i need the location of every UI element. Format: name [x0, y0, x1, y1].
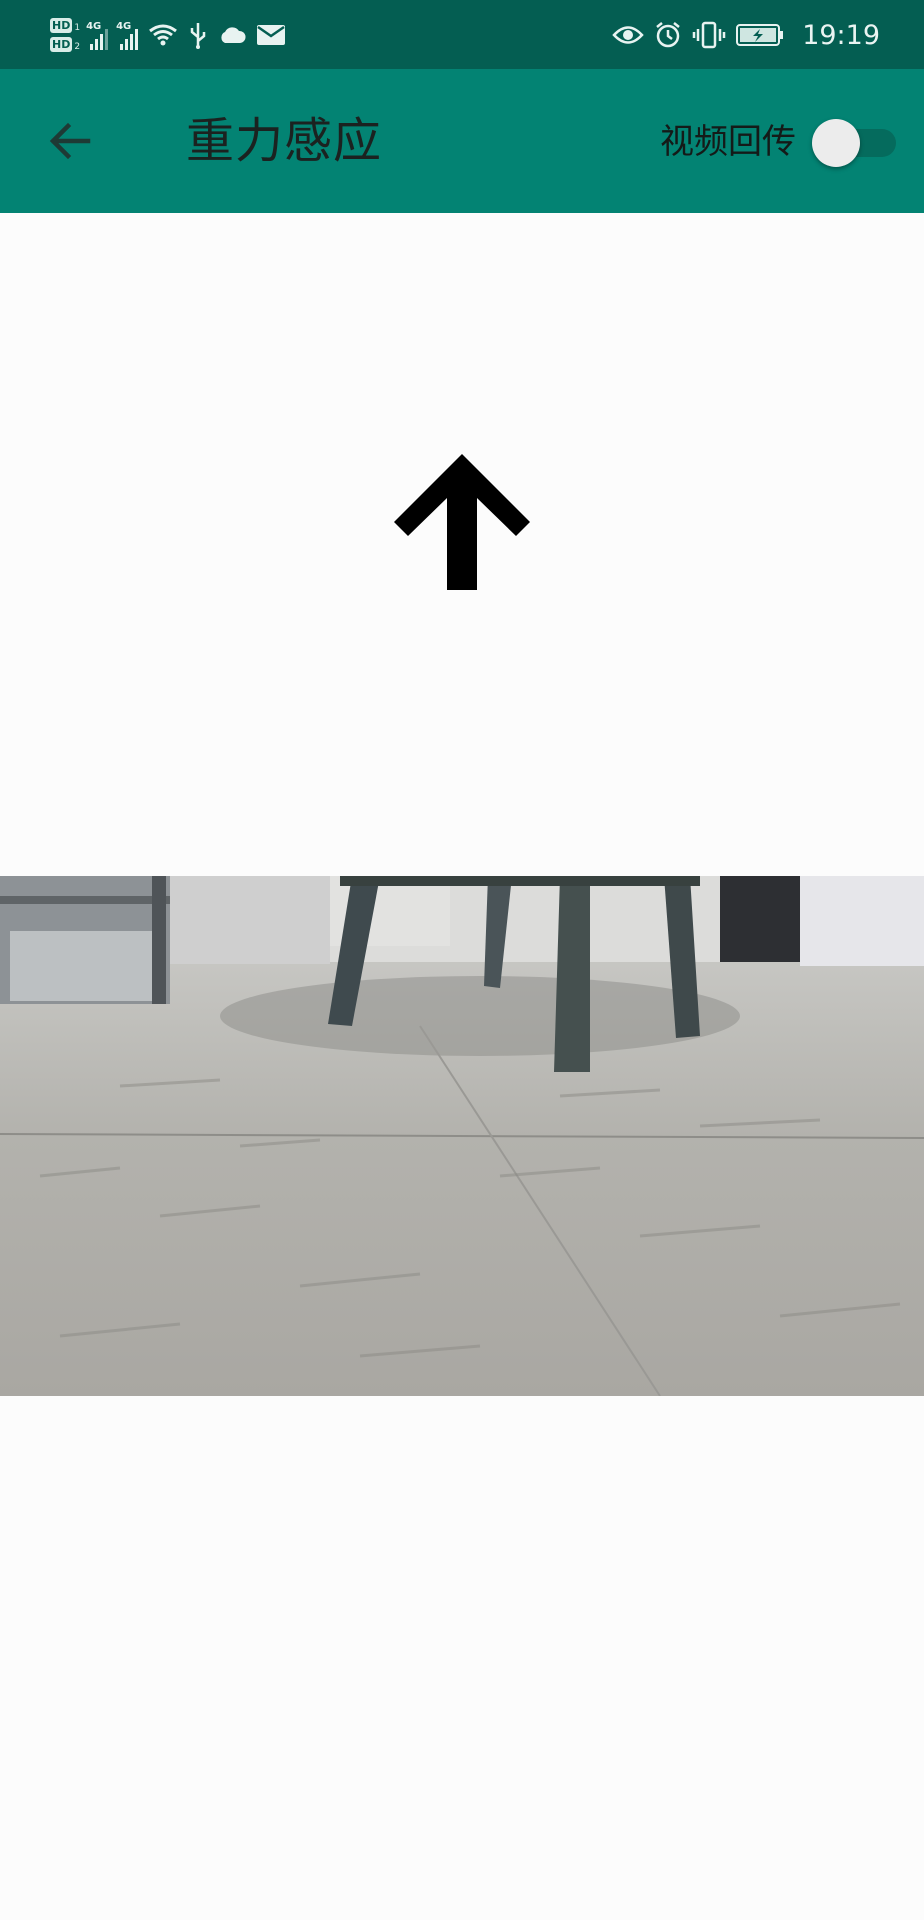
back-button[interactable]	[44, 115, 96, 167]
sim2-index: 2	[74, 42, 81, 52]
cloud-icon	[218, 25, 246, 45]
signal-icon: 4G	[86, 20, 109, 50]
page-title: 重力感应	[186, 113, 383, 169]
vibrate-icon	[692, 21, 726, 49]
hd-badge-2: HD	[50, 37, 73, 52]
battery-charging-icon	[736, 23, 784, 47]
wifi-icon	[148, 23, 178, 47]
camera-frame-image	[0, 876, 924, 1396]
camera-feed	[0, 876, 924, 1396]
usb-icon	[188, 21, 208, 49]
alarm-icon	[654, 21, 682, 49]
bottom-blank-area	[0, 1396, 924, 1920]
video-return-toggle[interactable]	[812, 119, 896, 167]
network-type-1: 4G	[86, 20, 102, 32]
mail-icon	[256, 24, 286, 46]
sim1-index: 1	[74, 23, 81, 33]
clock-time: 19:19	[802, 19, 880, 51]
toggle-thumb	[812, 119, 860, 167]
arrow-up-icon	[394, 454, 530, 590]
arrow-left-icon	[49, 122, 91, 160]
network-type-2: 4G	[116, 20, 132, 32]
sim-indicators: HD 1 HD 2	[50, 18, 80, 52]
eye-icon	[612, 24, 644, 46]
video-return-label: 视频回传	[660, 122, 796, 162]
hd-badge-1: HD	[50, 18, 73, 33]
signal-icon-2: 4G	[116, 20, 139, 50]
app-bar: 重力感应 视频回传	[0, 69, 924, 213]
status-bar: HD 1 HD 2 4G 4G 19:19	[0, 0, 924, 69]
status-left: HD 1 HD 2 4G 4G	[50, 10, 296, 60]
status-right: 19:19	[612, 10, 880, 60]
